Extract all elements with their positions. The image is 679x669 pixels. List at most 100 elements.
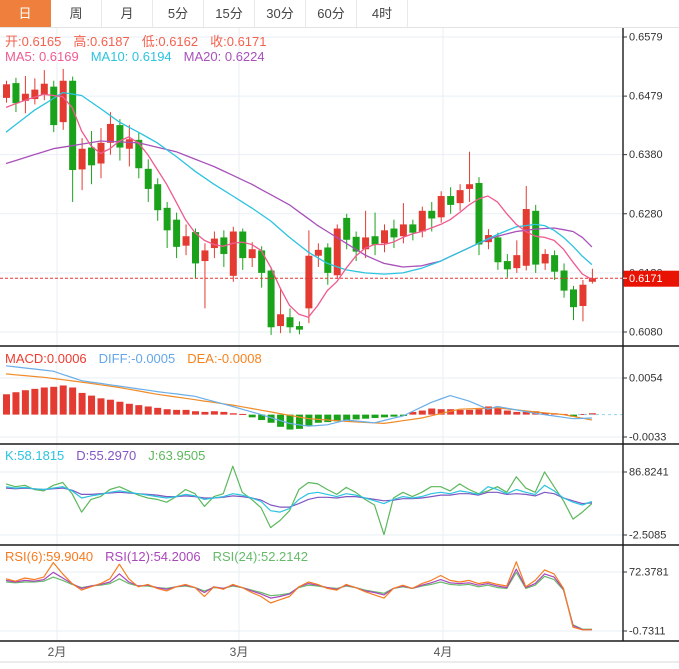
d-value: D:55.2970 xyxy=(76,448,136,463)
ma10-line xyxy=(6,93,592,275)
x-axis-label: 4月 xyxy=(434,645,453,659)
candle-body xyxy=(305,256,312,309)
macd-value: MACD:0.0006 xyxy=(5,351,87,366)
macd-bar xyxy=(116,402,123,415)
open-value: 开:0.6165 xyxy=(5,34,61,49)
candle-body xyxy=(438,196,445,217)
axis-tick-label: -0.0033 xyxy=(629,432,666,444)
candle-body xyxy=(457,190,464,203)
macd-bar xyxy=(513,412,520,415)
candle-body xyxy=(88,148,95,166)
candle-body xyxy=(561,271,568,291)
candle-body xyxy=(390,229,397,238)
candle-body xyxy=(551,255,558,272)
rsi24-line xyxy=(6,572,592,629)
candle-body xyxy=(447,196,454,205)
candle-body xyxy=(183,236,190,245)
candle-body xyxy=(164,208,171,230)
macd-bar xyxy=(239,414,246,415)
candle-body xyxy=(409,224,416,232)
macd-bar xyxy=(305,415,312,426)
close-value: 收:0.6171 xyxy=(210,34,266,49)
macd-bar xyxy=(88,396,95,415)
rsi12-line xyxy=(6,569,592,630)
macd-bar xyxy=(476,409,483,414)
candle-body xyxy=(428,211,435,219)
macd-bar xyxy=(220,412,227,415)
macd-bar xyxy=(50,387,57,415)
candle-body xyxy=(315,250,322,256)
candle-body xyxy=(12,83,19,103)
macd-bar xyxy=(381,415,388,418)
macd-bar xyxy=(183,410,190,415)
candle-body xyxy=(419,211,426,232)
j-line xyxy=(6,466,592,534)
axis-tick-label: -2.5085 xyxy=(629,530,666,542)
macd-bar xyxy=(211,411,218,414)
macd-bar xyxy=(31,389,38,415)
candle-body xyxy=(372,236,379,244)
kdj-legend: K:58.1815D:55.2970J:63.9505 xyxy=(5,448,217,463)
ma5-line xyxy=(6,94,592,317)
x-axis-label: 3月 xyxy=(230,645,249,659)
candle-body xyxy=(60,81,67,122)
candle-body xyxy=(3,84,10,98)
high-value: 高:0.6187 xyxy=(73,34,129,49)
macd-bar xyxy=(12,392,19,414)
ma-legend: MA5: 0.6169MA10: 0.6194MA20: 0.6224 xyxy=(5,49,277,64)
candle-body xyxy=(50,87,57,125)
candle-body xyxy=(513,255,520,268)
axis-tick-label: 0.6280 xyxy=(629,208,663,220)
candle-body xyxy=(126,139,133,148)
macd-bar xyxy=(428,409,435,415)
candle-body xyxy=(249,249,256,258)
macd-bar xyxy=(22,390,29,414)
macd-bar xyxy=(79,393,86,415)
macd-bar xyxy=(201,412,208,415)
candle-body xyxy=(145,169,152,189)
candle-body xyxy=(466,184,473,189)
rsi6-value: RSI(6):59.9040 xyxy=(5,549,93,564)
candle-body xyxy=(154,184,161,210)
macd-bar xyxy=(287,415,294,430)
macd-bar xyxy=(3,394,10,414)
macd-bar xyxy=(69,387,76,414)
candle-body xyxy=(277,314,284,326)
k-value: K:58.1815 xyxy=(5,448,64,463)
candle-body xyxy=(381,230,388,243)
candle-body xyxy=(343,218,350,240)
macd-bar xyxy=(135,405,142,414)
axis-tick-label: 0.0054 xyxy=(629,373,663,385)
candle-body xyxy=(476,183,483,244)
candle-body xyxy=(296,326,303,330)
macd-bar xyxy=(249,415,256,418)
macd-bar xyxy=(41,387,48,414)
macd-bar xyxy=(504,411,511,415)
axis-tick-label: 72.3781 xyxy=(629,567,669,579)
macd-legend: MACD:0.0006DIFF:-0.0005DEA:-0.0008 xyxy=(5,351,274,366)
macd-bar xyxy=(192,411,199,414)
axis-tick-label: 0.6579 xyxy=(629,32,663,44)
candle-body xyxy=(579,285,586,306)
candle-body xyxy=(239,231,246,258)
candle-body xyxy=(230,231,237,275)
axis-tick-label: 0.6380 xyxy=(629,149,663,161)
macd-bar xyxy=(390,415,397,417)
macd-bar xyxy=(343,415,350,420)
macd-bar xyxy=(126,404,133,415)
x-axis-label: 2月 xyxy=(48,645,67,659)
chart-canvas[interactable]: 0.65790.64790.63800.62800.61800.60800.00… xyxy=(0,0,679,669)
macd-bar xyxy=(145,406,152,414)
candle-body xyxy=(79,149,86,170)
ma5-value: MA5: 0.6169 xyxy=(5,49,79,64)
macd-bar xyxy=(60,385,67,414)
ma10-value: MA10: 0.6194 xyxy=(91,49,172,64)
chart-app: 日周月5分15分30分60分4时 开:0.6165高:0.6187低:0.616… xyxy=(0,0,679,669)
candle-body xyxy=(570,289,577,307)
candle-body xyxy=(494,237,501,262)
macd-bar xyxy=(107,400,114,415)
macd-bar xyxy=(230,413,237,414)
candle-body xyxy=(116,125,123,147)
macd-bar xyxy=(494,409,501,415)
macd-bar xyxy=(324,415,331,422)
